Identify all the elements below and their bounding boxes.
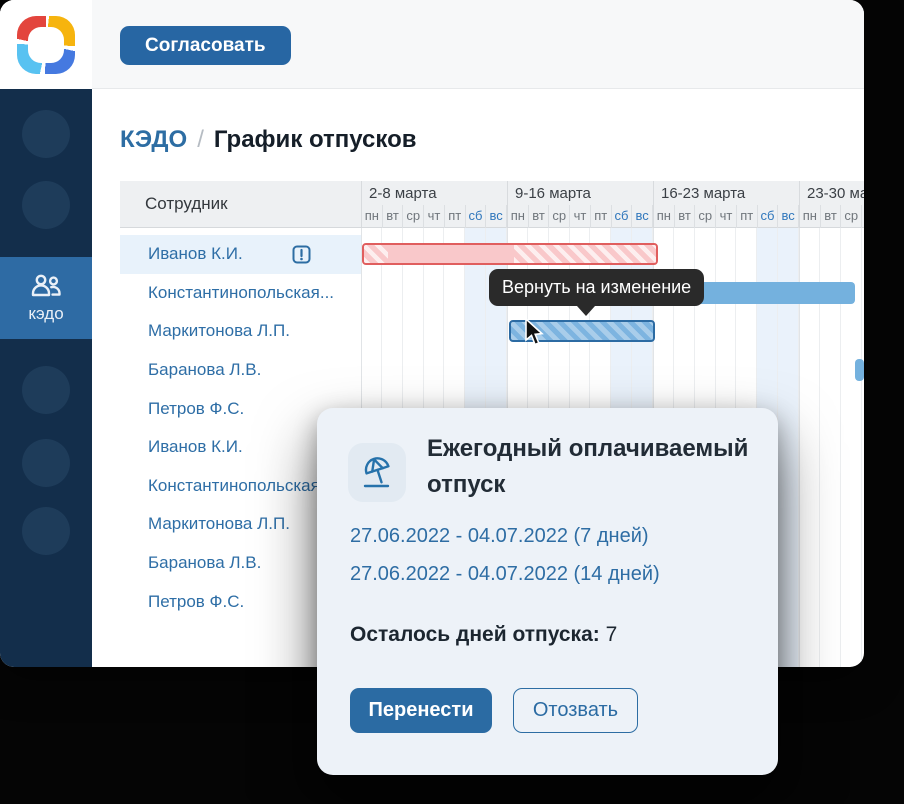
vacation-period-1: 27.06.2022 - 04.07.2022 (7 дней) bbox=[350, 525, 649, 548]
return-to-edit-tooltip[interactable]: Вернуть на изменение bbox=[489, 269, 704, 306]
warning-icon[interactable] bbox=[292, 245, 311, 264]
day-label: ср bbox=[549, 205, 570, 228]
vacation-type-title: Ежегодный оплачиваемый отпуск bbox=[427, 431, 767, 503]
reschedule-button[interactable]: Перенести bbox=[350, 688, 492, 733]
day-label: вс bbox=[778, 205, 799, 228]
employee-name: Константинопольская... bbox=[148, 283, 334, 303]
employee-row[interactable]: Баранова Л.В. bbox=[120, 351, 361, 390]
employee-name: Иванов К.И. bbox=[148, 437, 243, 457]
day-label: вс bbox=[486, 205, 507, 228]
day-label: ср bbox=[841, 205, 862, 228]
employee-row[interactable]: Иванов К.И. bbox=[120, 235, 361, 274]
days-left-value: 7 bbox=[606, 623, 618, 646]
day-labels-row: пнвтсрчтптсбвс bbox=[508, 205, 653, 228]
grid-day-column bbox=[862, 228, 864, 667]
employee-row[interactable]: Константинопольская... bbox=[120, 274, 361, 313]
week-label: 23-30 марта bbox=[800, 181, 864, 205]
employee-row[interactable]: Маркитонова Л.П. bbox=[120, 312, 361, 351]
app-logo-icon bbox=[17, 16, 75, 74]
sidebar-placeholder-item[interactable] bbox=[22, 507, 70, 555]
page-title: График отпусков bbox=[214, 126, 417, 154]
day-label: чт bbox=[862, 205, 864, 228]
users-icon bbox=[30, 273, 62, 299]
day-label: чт bbox=[570, 205, 591, 228]
approve-button[interactable]: Согласовать bbox=[120, 26, 291, 65]
employee-name: Баранова Л.В. bbox=[148, 553, 261, 573]
day-labels-row: пнвтсрчтптсбвс bbox=[800, 205, 864, 228]
week-header: 16-23 мартапнвтсрчтптсбвс bbox=[653, 181, 799, 227]
beach-umbrella-icon bbox=[358, 454, 396, 492]
app-logo bbox=[0, 0, 92, 89]
week-header: 2-8 мартапнвтсрчтптсбвс bbox=[361, 181, 507, 227]
employee-name: Баранова Л.В. bbox=[148, 360, 261, 380]
sidebar-placeholder-item[interactable] bbox=[22, 110, 70, 158]
week-label: 2-8 марта bbox=[362, 181, 507, 205]
sidebar: кэдо bbox=[0, 89, 92, 667]
mouse-cursor-icon bbox=[524, 318, 545, 348]
day-label: чт bbox=[716, 205, 737, 228]
day-labels-row: пнвтсрчтптсбвс bbox=[654, 205, 799, 228]
day-label: вт bbox=[529, 205, 550, 228]
employee-name: Маркитонова Л.П. bbox=[148, 321, 290, 341]
day-label: вт bbox=[383, 205, 404, 228]
employee-name: Константинопольская... bbox=[148, 476, 334, 496]
day-label: пт bbox=[591, 205, 612, 228]
employee-name: Петров Ф.С. bbox=[148, 399, 244, 419]
sidebar-placeholder-item[interactable] bbox=[22, 366, 70, 414]
employee-name: Маркитонова Л.П. bbox=[148, 514, 290, 534]
sidebar-item-label: кэдо bbox=[28, 304, 63, 324]
day-label: пт bbox=[737, 205, 758, 228]
day-label: вс bbox=[632, 205, 653, 228]
week-label: 9-16 марта bbox=[508, 181, 653, 205]
day-label: сб bbox=[612, 205, 633, 228]
sidebar-placeholder-item[interactable] bbox=[22, 181, 70, 229]
breadcrumb: КЭДО / График отпусков bbox=[120, 126, 417, 154]
vacation-bar-approved[interactable] bbox=[855, 359, 864, 381]
day-label: сб bbox=[466, 205, 487, 228]
vacation-bar-conflict[interactable] bbox=[362, 243, 658, 265]
sidebar-item-kedo[interactable]: кэдо bbox=[0, 257, 92, 339]
day-label: сб bbox=[758, 205, 779, 228]
schedule-header: Сотрудник 2-8 мартапнвтсрчтптсбвс9-16 ма… bbox=[120, 181, 864, 228]
week-header: 23-30 мартапнвтсрчтптсбвс bbox=[799, 181, 864, 227]
week-label: 16-23 марта bbox=[654, 181, 799, 205]
top-bar: Согласовать bbox=[0, 0, 864, 89]
day-label: пн bbox=[508, 205, 529, 228]
day-label: ср bbox=[403, 205, 424, 228]
hatch-overlay bbox=[514, 245, 658, 263]
withdraw-button[interactable]: Отозвать bbox=[513, 688, 638, 733]
vacation-icon-tile bbox=[348, 443, 406, 502]
day-label: вт bbox=[675, 205, 696, 228]
days-left: Осталось дней отпуска: 7 bbox=[350, 623, 617, 647]
day-label: пн bbox=[800, 205, 821, 228]
week-header: 9-16 мартапнвтсрчтптсбвс bbox=[507, 181, 653, 227]
day-label: чт bbox=[424, 205, 445, 228]
vacation-details-popup: Ежегодный оплачиваемый отпуск 27.06.2022… bbox=[317, 408, 778, 775]
employee-name: Петров Ф.С. bbox=[148, 592, 244, 612]
day-label: пн bbox=[654, 205, 675, 228]
employee-name: Иванов К.И. bbox=[148, 244, 243, 264]
vacation-period-2: 27.06.2022 - 04.07.2022 (14 дней) bbox=[350, 563, 660, 586]
days-left-label: Осталось дней отпуска: bbox=[350, 623, 600, 646]
screenshot-root: { "topbar": { "approve_label": "Согласов… bbox=[0, 0, 904, 804]
day-labels-row: пнвтсрчтптсбвс bbox=[362, 205, 507, 228]
day-label: вт bbox=[821, 205, 842, 228]
sidebar-placeholder-item[interactable] bbox=[22, 439, 70, 487]
breadcrumb-separator: / bbox=[197, 126, 204, 154]
day-label: пт bbox=[445, 205, 466, 228]
day-label: ср bbox=[695, 205, 716, 228]
hatch-overlay bbox=[364, 245, 388, 263]
day-label: пн bbox=[362, 205, 383, 228]
employee-column-header: Сотрудник bbox=[120, 181, 361, 227]
breadcrumb-section-link[interactable]: КЭДО bbox=[120, 126, 187, 154]
